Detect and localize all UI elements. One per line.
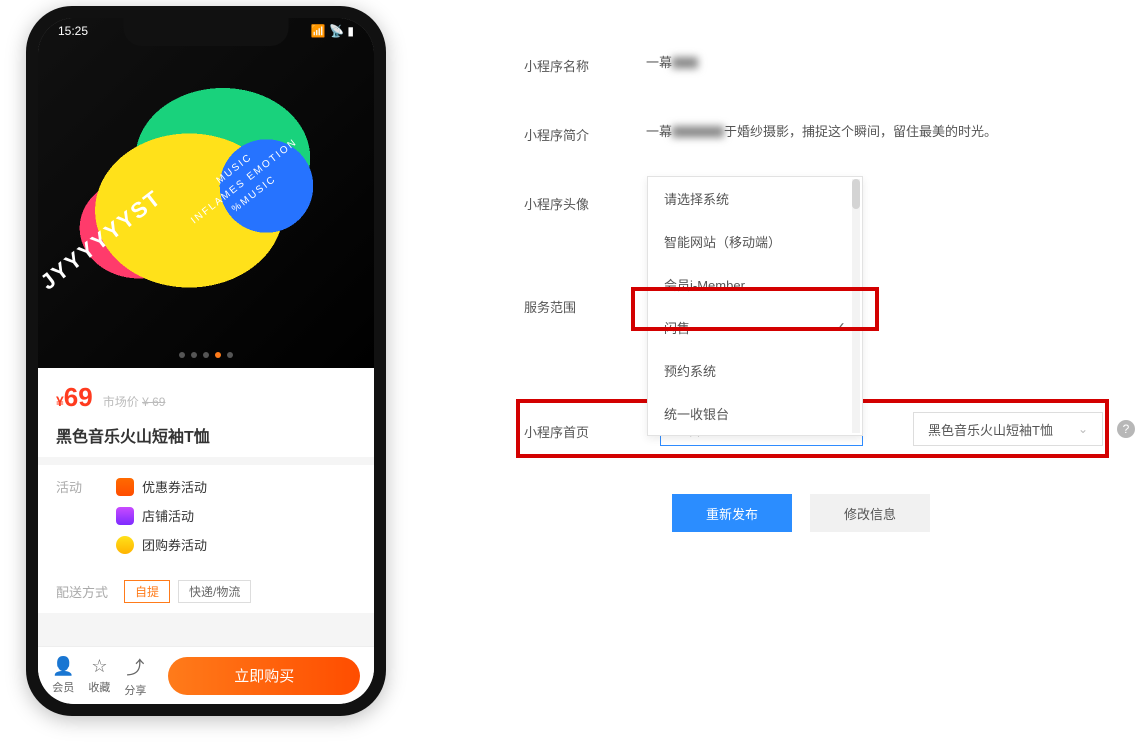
activity-text[interactable]: 店铺活动 — [142, 506, 194, 525]
dropdown-option[interactable]: 会员i-Member — [648, 263, 862, 306]
dropdown-option[interactable]: 预约系统 — [648, 349, 862, 392]
price: ¥69 — [56, 382, 93, 413]
phone-frame: 15:25 📶 📡 ▮ JYYYYYYST MUSIC INFLAMES EMO… — [26, 6, 386, 716]
activity-label: 活动 — [56, 477, 116, 496]
help-icon[interactable]: ? — [1117, 420, 1135, 438]
phone-indicators-icon: 📶 📡 ▮ — [311, 24, 354, 44]
activity-text[interactable]: 团购券活动 — [142, 535, 207, 554]
product-image-brand: JYYYYYYST — [38, 185, 167, 296]
activity-text[interactable]: 优惠券活动 — [142, 477, 207, 496]
field-label-scope: 服务范围 — [524, 293, 646, 316]
phone-time: 15:25 — [58, 24, 88, 44]
field-label-name: 小程序名称 — [524, 52, 646, 75]
action-buttons: 重新发布 修改信息 — [672, 494, 930, 532]
homepage-page-select[interactable]: 黑色音乐火山短袖T恤 ⌄ — [913, 412, 1103, 446]
phone-notch — [124, 18, 289, 46]
delivery-label: 配送方式 — [56, 582, 116, 601]
scrollbar[interactable] — [852, 179, 860, 433]
dropdown-option[interactable]: 智能网站（移动端） — [648, 220, 862, 263]
dropdown-placeholder[interactable]: 请选择系统 — [648, 177, 862, 220]
carousel-dots[interactable] — [179, 352, 233, 358]
field-label-intro: 小程序简介 — [524, 121, 646, 144]
product-image-overlay: MUSIC INFLAMES EMOTION %MUSIC — [178, 123, 311, 242]
delivery-tag[interactable]: 自提 — [124, 580, 170, 603]
coupon-icon — [116, 478, 134, 496]
delivery-tag[interactable]: 快递/物流 — [178, 580, 251, 603]
system-dropdown[interactable]: 请选择系统 智能网站（移动端） 会员i-Member 闪售 ✓ 预约系统 统一收… — [647, 176, 863, 436]
share-icon: ⤴ — [124, 654, 146, 680]
field-value-name: 一幕▇▇ — [646, 52, 698, 71]
member-button[interactable]: 👤会员 — [52, 656, 74, 695]
product-title: 黑色音乐火山短袖T恤 — [56, 423, 356, 447]
favorite-button[interactable]: ☆收藏 — [88, 656, 110, 695]
activities-panel: 活动 优惠券活动 店铺活动 团购券活动 — [38, 465, 374, 570]
market-price: 市场价 ¥ 69 — [103, 393, 166, 410]
dropdown-option-selected[interactable]: 闪售 ✓ — [648, 306, 862, 349]
field-label-homepage: 小程序首页 — [524, 418, 646, 441]
delivery-panel: 配送方式 自提 快递/物流 — [38, 570, 374, 613]
bottom-bar: 👤会员 ☆收藏 ⤴分享 立即购买 — [38, 646, 374, 704]
buy-now-button[interactable]: 立即购买 — [168, 657, 360, 695]
share-button[interactable]: ⤴分享 — [124, 654, 146, 698]
republish-button[interactable]: 重新发布 — [672, 494, 792, 532]
checkmark-icon: ✓ — [834, 319, 846, 336]
star-icon: ☆ — [88, 656, 110, 677]
product-panel: ¥69 市场价 ¥ 69 黑色音乐火山短袖T恤 — [38, 368, 374, 457]
field-label-avatar: 小程序头像 — [524, 190, 646, 213]
user-icon: 👤 — [52, 656, 74, 677]
modify-button[interactable]: 修改信息 — [810, 494, 930, 532]
chevron-down-icon: ⌄ — [1078, 422, 1088, 436]
shop-icon — [116, 507, 134, 525]
product-image[interactable]: JYYYYYYST MUSIC INFLAMES EMOTION %MUSIC — [38, 18, 374, 368]
group-icon — [116, 536, 134, 554]
dropdown-option[interactable]: 统一收银台 — [648, 392, 862, 435]
field-value-intro: 一幕▇▇▇▇于婚纱摄影，捕捉这个瞬间，留住最美的时光。 — [646, 121, 997, 140]
phone-screen: 15:25 📶 📡 ▮ JYYYYYYST MUSIC INFLAMES EMO… — [38, 18, 374, 704]
